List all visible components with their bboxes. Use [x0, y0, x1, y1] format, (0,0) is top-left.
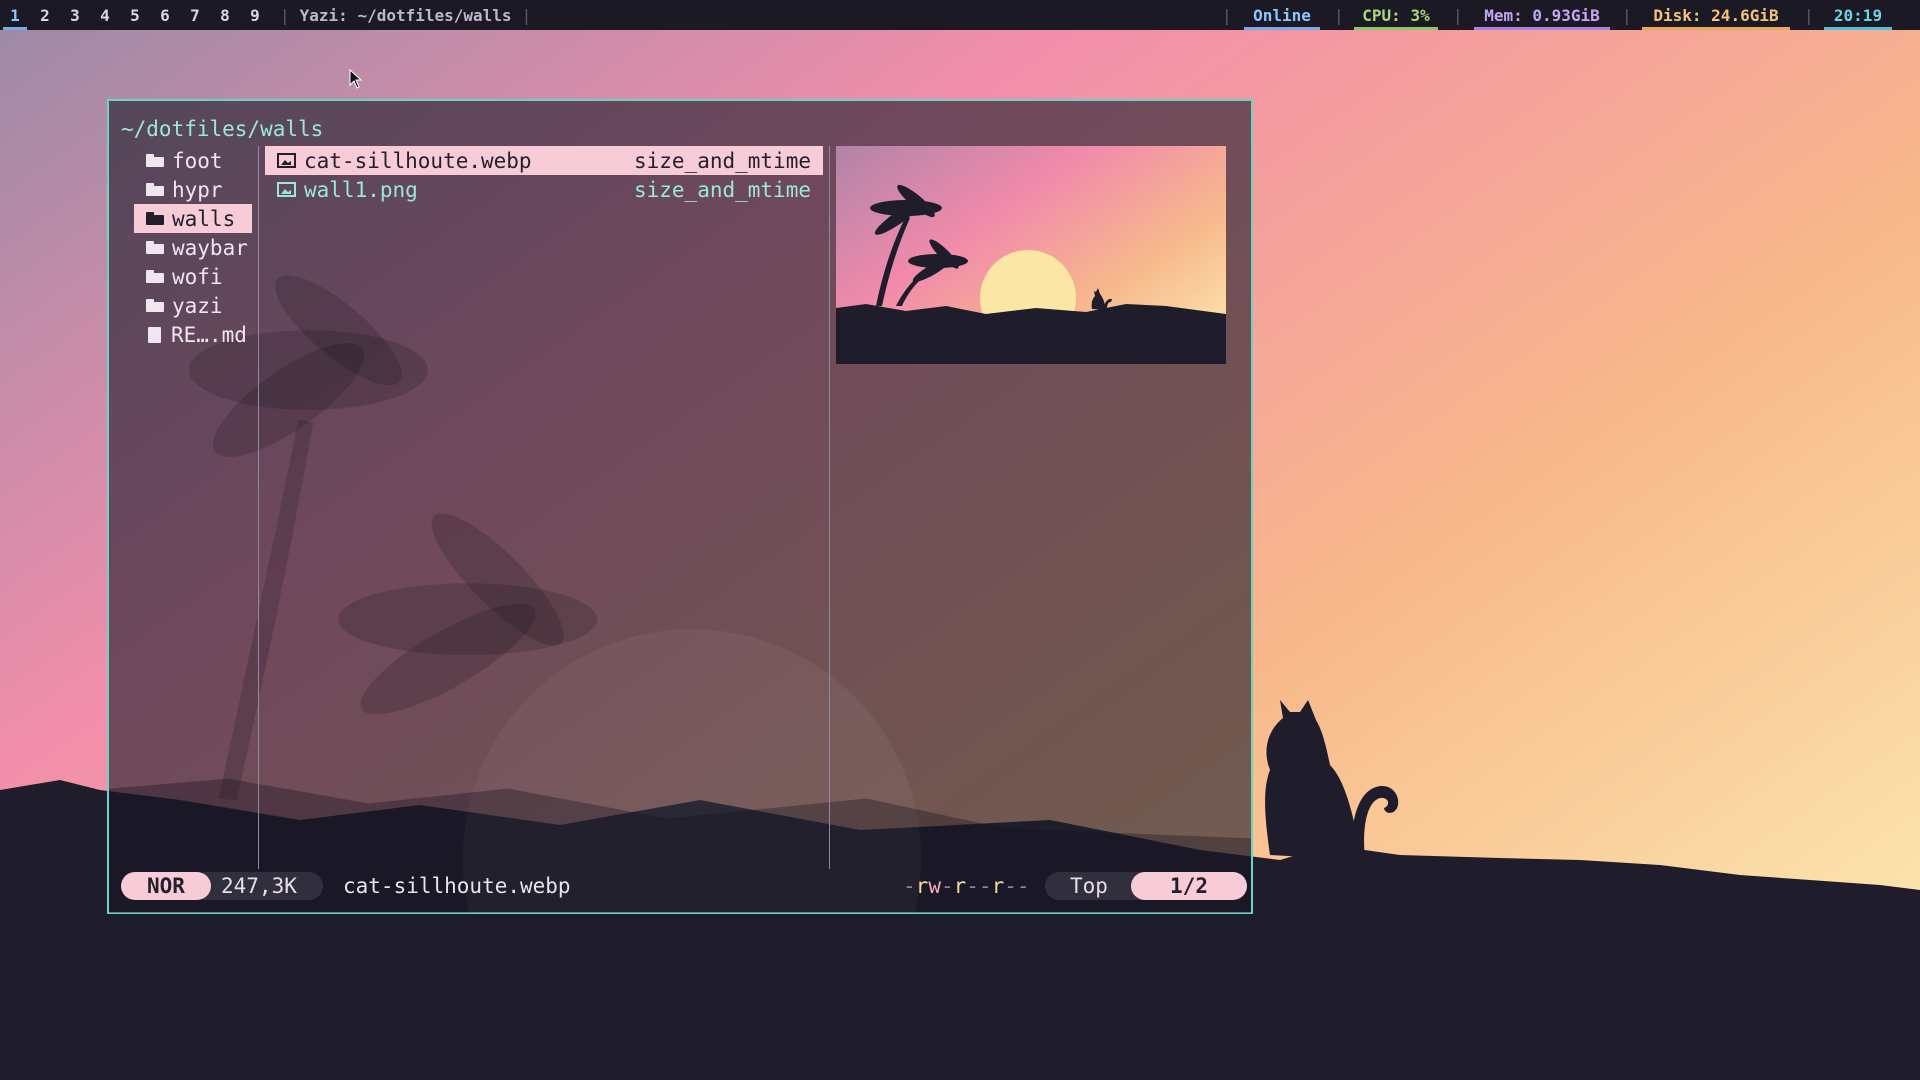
parent-item-readme[interactable]: RE….md	[134, 320, 252, 349]
workspace-7[interactable]: 7	[180, 0, 210, 30]
parent-item-wofi[interactable]: wofi	[134, 262, 252, 291]
mem-underline	[1474, 27, 1610, 30]
workspace-2[interactable]: 2	[30, 0, 60, 30]
folder-icon	[146, 299, 164, 312]
status-bar: 1 2 3 4 5 6 7 8 9 | Yazi: ~/dotfiles/wal…	[0, 0, 1920, 30]
separator: |	[1334, 5, 1344, 25]
status-line: 247,3K NOR cat-sillhoute.webp - r w - r -- r --…	[121, 869, 1247, 901]
clock-label: 20:19	[1833, 5, 1883, 25]
parent-item-hypr[interactable]: hypr	[134, 175, 252, 204]
file-row[interactable]: wall1.png size_and_mtime	[265, 175, 823, 204]
mem-label: Mem: 0.93GiB	[1484, 5, 1600, 25]
parent-item-label: yazi	[172, 293, 223, 318]
parent-item-label: RE….md	[171, 322, 247, 347]
scroll-position: Top	[1045, 872, 1145, 900]
workspace-list: 1 2 3 4 5 6 7 8 9	[0, 0, 270, 30]
separator: |	[280, 5, 290, 25]
parent-item-foot[interactable]: foot	[134, 146, 252, 175]
separator: |	[1453, 5, 1463, 25]
memory-module[interactable]: Mem: 0.93GiB	[1474, 0, 1610, 30]
yazi-window[interactable]: ~/dotfiles/walls foot hypr walls waybar …	[107, 99, 1253, 914]
folder-icon	[146, 154, 164, 167]
workspace-5[interactable]: 5	[120, 0, 150, 30]
parent-item-label: waybar	[172, 235, 248, 260]
mode-indicator: NOR	[121, 872, 211, 900]
folder-icon	[146, 241, 164, 254]
parent-item-label: hypr	[172, 177, 223, 202]
disk-label: Disk: 24.6GiB	[1653, 5, 1779, 25]
cpu-label: CPU: 3%	[1362, 5, 1430, 25]
file-meta: size_and_mtime	[633, 177, 811, 202]
parent-item-walls[interactable]: walls	[134, 204, 252, 233]
pane-divider	[829, 146, 830, 869]
separator: |	[521, 5, 532, 25]
network-module[interactable]: Online	[1244, 0, 1320, 30]
disk-underline	[1642, 27, 1790, 30]
image-icon	[277, 153, 296, 168]
image-preview	[836, 146, 1226, 364]
workspace-8[interactable]: 8	[210, 0, 240, 30]
file-permissions: - r w - r -- r --	[903, 874, 1030, 898]
workspace-9[interactable]: 9	[240, 0, 270, 30]
workspace-1[interactable]: 1	[0, 0, 30, 30]
parent-item-yazi[interactable]: yazi	[134, 291, 252, 320]
network-underline	[1244, 27, 1320, 30]
image-icon	[277, 182, 296, 197]
disk-module[interactable]: Disk: 24.6GiB	[1642, 0, 1790, 30]
clock-underline	[1824, 27, 1892, 30]
separator: |	[1222, 5, 1232, 25]
file-name: wall1.png	[304, 177, 418, 202]
window-title: Yazi: ~/dotfiles/walls	[299, 5, 512, 25]
folder-icon	[146, 270, 164, 283]
folder-icon	[146, 183, 164, 196]
file-count: 1/2	[1131, 872, 1247, 900]
workspace-6[interactable]: 6	[150, 0, 180, 30]
workspace-3[interactable]: 3	[60, 0, 90, 30]
parent-item-label: foot	[172, 148, 223, 173]
file-size: 247,3K	[203, 872, 323, 900]
status-filename: cat-sillhoute.webp	[343, 874, 571, 898]
pane-divider	[258, 146, 259, 869]
file-row[interactable]: cat-sillhoute.webp size_and_mtime	[265, 146, 823, 175]
workspace-4[interactable]: 4	[90, 0, 120, 30]
parent-item-label: walls	[172, 206, 236, 231]
file-name: cat-sillhoute.webp	[304, 148, 532, 173]
parent-item-label: wofi	[172, 264, 223, 289]
document-icon	[148, 326, 161, 343]
clock-module[interactable]: 20:19	[1824, 0, 1892, 30]
parent-item-waybar[interactable]: waybar	[134, 233, 252, 262]
network-label: Online	[1253, 5, 1311, 25]
mouse-cursor-icon	[349, 69, 363, 89]
cpu-module[interactable]: CPU: 3%	[1354, 0, 1438, 30]
cpu-underline	[1354, 27, 1438, 30]
file-meta: size_and_mtime	[633, 148, 811, 173]
folder-icon	[146, 212, 164, 225]
separator: |	[1804, 5, 1814, 25]
current-path: ~/dotfiles/walls	[121, 117, 324, 141]
separator: |	[1622, 5, 1632, 25]
